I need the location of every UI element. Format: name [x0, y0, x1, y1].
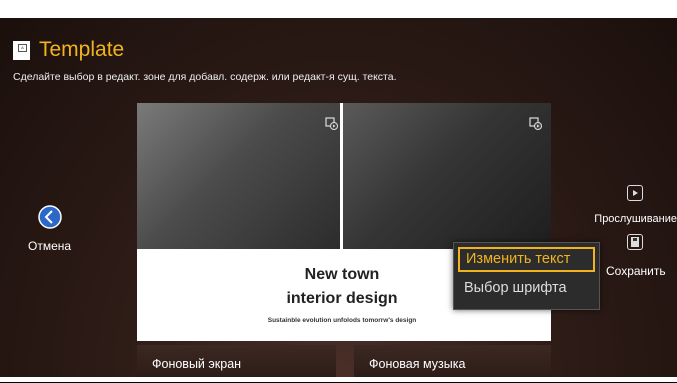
top-frame [0, 0, 677, 18]
preview-subtext[interactable]: Sustainble evolution unfolods tomorrw's … [137, 317, 547, 324]
preview-icon [633, 190, 638, 196]
template-icon: A [13, 40, 30, 60]
menu-item-select-font[interactable]: Выбор шрифта [458, 277, 595, 299]
instruction-text: Сделайте выбор в редакт. зоне для добавл… [13, 71, 397, 83]
page-title: Template [39, 38, 125, 61]
preview-button[interactable] [627, 185, 643, 201]
media-play-icon [325, 117, 338, 130]
menu-item-edit-text[interactable]: Изменить текст [458, 247, 595, 272]
context-menu: Изменить текст Выбор шрифта [453, 242, 600, 310]
cancel-label[interactable]: Отмена [28, 239, 71, 253]
preview-label[interactable]: Прослушивание [594, 213, 677, 225]
background-music-button[interactable]: Фоновая музыка [354, 345, 551, 377]
title-row: A Template [13, 38, 124, 62]
save-button[interactable] [627, 234, 643, 250]
background-screen-button[interactable]: Фоновый экран [137, 345, 336, 377]
save-label[interactable]: Сохранить [606, 264, 666, 278]
save-icon [631, 237, 639, 247]
bottom-frame [0, 377, 677, 382]
image-zone-right[interactable] [343, 103, 551, 249]
screen: A Template Сделайте выбор в редакт. зоне… [0, 0, 677, 382]
back-arrow-icon [38, 205, 62, 229]
image-zone-left[interactable] [137, 103, 340, 249]
back-button[interactable] [38, 205, 62, 229]
media-play-icon [529, 117, 542, 130]
